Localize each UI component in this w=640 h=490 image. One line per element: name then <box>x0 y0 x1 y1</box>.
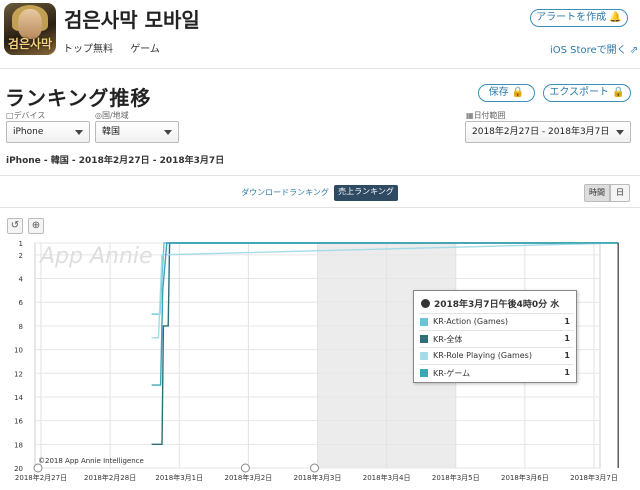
chevron-down-icon <box>75 130 83 135</box>
lock-icon: 🔒 <box>612 87 625 98</box>
selection-summary: iPhone - 韓国 - 2018年2月27日 - 2018年3月7日 <box>6 156 225 166</box>
x-tick-label: 2018年3月5日 <box>432 473 480 482</box>
tooltip-row: KR-Role Playing (Games) 1 <box>419 347 574 363</box>
ios-store-label: iOS Storeで開く <box>550 45 627 56</box>
reset-zoom-button[interactable]: ↺ <box>7 218 23 234</box>
app-title: 검은사막 모바일 <box>64 8 200 32</box>
x-tick-label: 2018年3月4日 <box>363 473 411 482</box>
x-tick-label: 2018年3月7日 <box>570 473 618 482</box>
export-button[interactable]: エクスポート 🔒 <box>543 84 631 102</box>
tooltip-row: KR-全体 1 <box>419 330 574 346</box>
tab-download-ranking[interactable]: ダウンロードランキング <box>238 186 332 202</box>
tooltip-series-name: KR-全体 <box>433 335 463 344</box>
date-range-label: ▦日付範囲 <box>466 111 506 120</box>
tabs-divider <box>0 207 640 208</box>
lock-icon: 🔒 <box>511 87 525 98</box>
tooltip-row: KR-Action (Games) 1 <box>419 313 574 329</box>
save-label: 保存 <box>488 87 509 98</box>
zoom-icon: ⊕ <box>31 220 41 231</box>
country-select[interactable]: 韓国 <box>95 121 179 143</box>
series-swatch <box>420 318 428 326</box>
x-tick-label: 2018年3月2日 <box>225 473 273 482</box>
ios-store-link[interactable]: iOS Storeで開く ⇗ <box>550 41 638 56</box>
category-label: ゲーム <box>130 44 160 55</box>
app-meta: トップ無料 ゲーム <box>63 40 174 55</box>
country-value: 韓国 <box>102 127 121 137</box>
tooltip-title: 2018年3月7日午後4時0分 水 <box>421 297 559 310</box>
y-tick-label: 20 <box>14 465 23 473</box>
copyright-text: ©2018 App Annie Intelligence <box>38 457 144 465</box>
undo-icon: ↺ <box>10 220 20 231</box>
y-tick-label: 8 <box>19 323 23 331</box>
y-tick-label: 18 <box>14 441 23 449</box>
device-icon: □ <box>6 111 14 120</box>
x-tick-label: 2018年3月1日 <box>155 473 203 482</box>
chevron-down-icon <box>164 130 172 135</box>
globe-icon <box>421 299 430 308</box>
tooltip-series-value: 1 <box>564 334 570 343</box>
x-tick-label: 2018年3月3日 <box>294 473 342 482</box>
bell-icon: 🔔 <box>609 12 622 23</box>
header-divider <box>0 68 640 69</box>
navigator-handle <box>240 463 250 473</box>
y-tick-label: 16 <box>14 418 23 426</box>
series-swatch <box>420 335 428 343</box>
filter-divider <box>0 175 640 176</box>
create-alert-button[interactable]: アラートを作成 🔔 <box>530 9 628 27</box>
x-tick-label: 2018年3月6日 <box>501 473 549 482</box>
y-tick-label: 2 <box>19 252 23 260</box>
calendar-icon: ▦ <box>466 111 474 120</box>
y-tick-label: 14 <box>14 394 23 402</box>
tooltip-series-name: KR-ゲーム <box>433 369 471 378</box>
app-icon: 검은사막 <box>4 3 56 55</box>
country-filter-label: ◎国/地域 <box>95 111 129 120</box>
tooltip-series-name: KR-Action (Games) <box>433 317 509 326</box>
tooltip-row: KR-ゲーム 1 <box>419 364 574 380</box>
zoom-button[interactable]: ⊕ <box>28 218 44 234</box>
globe-icon: ◎ <box>95 111 102 120</box>
device-value: iPhone <box>13 127 44 137</box>
series-swatch <box>420 369 428 377</box>
series-swatch <box>420 352 428 360</box>
rank-type-label: トップ無料 <box>63 44 113 55</box>
y-tick-label: 10 <box>14 347 23 355</box>
x-tick-label: 2018年2月28日 <box>84 473 136 482</box>
export-label: エクスポート <box>549 87 610 98</box>
granularity-day-button[interactable]: 日 <box>610 184 630 202</box>
granularity-hour-button[interactable]: 時間 <box>584 184 610 202</box>
tooltip-series-value: 1 <box>564 317 570 326</box>
x-tick-label: 2018年2月27日 <box>15 473 67 482</box>
device-filter-label: □デバイス <box>6 111 46 120</box>
navigator-handle <box>310 463 319 473</box>
watermark-logo: App Annie <box>40 244 153 269</box>
app-icon-logo-text: 검은사막 <box>7 37 53 51</box>
tooltip-series-value: 1 <box>564 368 570 377</box>
page-title: ランキング推移 <box>5 86 152 110</box>
chart-tooltip: 2018年3月7日午後4時0分 水 KR-Action (Games) 1 KR… <box>413 290 577 383</box>
tooltip-series-value: 1 <box>564 351 570 360</box>
device-select[interactable]: iPhone <box>6 121 90 143</box>
tab-sales-ranking[interactable]: 売上ランキング <box>334 185 398 201</box>
date-range-value: 2018年2月27日 - 2018年3月7日 <box>472 127 610 137</box>
date-range-select[interactable]: 2018年2月27日 - 2018年3月7日 <box>465 121 631 143</box>
y-tick-label: 4 <box>19 276 24 284</box>
chevron-down-icon <box>616 130 624 135</box>
navigator-handle <box>33 463 43 473</box>
y-tick-label: 1 <box>19 240 23 248</box>
y-tick-label: 12 <box>14 370 23 378</box>
tooltip-series-name: KR-Role Playing (Games) <box>433 351 532 360</box>
y-tick-label: 6 <box>19 299 24 307</box>
external-link-icon: ⇗ <box>629 45 639 56</box>
save-button[interactable]: 保存 🔒 <box>478 84 535 102</box>
create-alert-label: アラートを作成 <box>536 12 607 23</box>
